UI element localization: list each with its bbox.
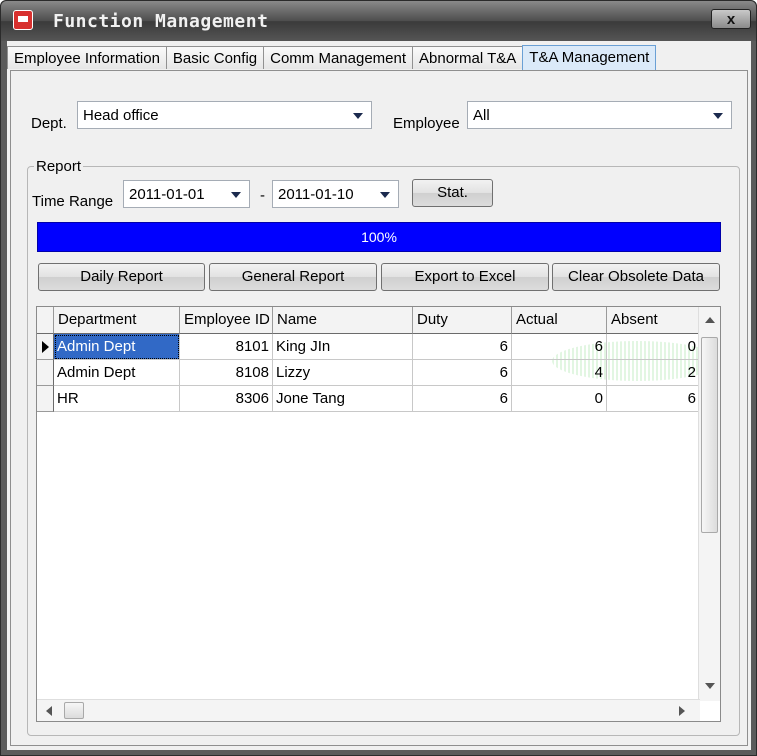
daily-report-button[interactable]: Daily Report [38,263,205,291]
row-header[interactable] [37,386,54,412]
scroll-right-icon[interactable] [679,706,685,716]
scroll-up-icon[interactable] [705,317,715,323]
employee-label: Employee [393,115,460,132]
table-cell-absent[interactable]: 0 [607,334,700,360]
function-management-window: Function Management x Employee Informati… [0,0,757,756]
table-cell-department[interactable]: HR [54,386,180,412]
dept-label: Dept. [31,115,67,132]
report-group-title: Report [34,158,84,175]
vertical-scrollbar[interactable] [698,307,720,701]
tab-basic-config[interactable]: Basic Config [165,46,265,69]
table-cell-department[interactable]: Admin Dept [54,360,180,386]
vertical-scroll-thumb[interactable] [701,337,718,533]
table-cell-department[interactable]: Admin Dept [54,334,180,360]
column-header-name[interactable]: Name [273,307,413,334]
progress-bar: 100% [37,222,721,252]
close-button[interactable]: x [711,9,751,29]
end-date-value: 2011-01-10 [278,186,354,203]
header-corner [37,307,54,334]
general-report-button[interactable]: General Report [209,263,377,291]
tab-ta-management[interactable]: T&A Management [522,45,657,70]
table-cell-duty[interactable]: 6 [413,360,512,386]
table-cell-absent[interactable]: 2 [607,360,700,386]
chevron-down-icon[interactable] [380,192,390,198]
column-header-duty[interactable]: Duty [413,307,512,334]
employee-select[interactable]: All [467,101,732,129]
scroll-left-icon[interactable] [46,706,52,716]
end-date-picker[interactable]: 2011-01-10 [272,180,399,208]
date-separator: - [260,187,265,204]
time-range-label: Time Range [32,193,114,210]
tab-abnormal-ta[interactable]: Abnormal T&A [412,46,524,69]
tab-employee-information[interactable]: Employee Information [7,46,167,69]
chevron-down-icon[interactable] [353,113,363,119]
table-cell-employee-id[interactable]: 8101 [180,334,273,360]
table-cell-employee-id[interactable]: 8108 [180,360,273,386]
clear-obsolete-data-button[interactable]: Clear Obsolete Data [552,263,720,291]
employee-select-value: All [473,107,490,124]
export-excel-button[interactable]: Export to Excel [381,263,549,291]
start-date-value: 2011-01-01 [129,186,205,203]
table-cell-absent[interactable]: 6 [607,386,700,412]
scroll-down-icon[interactable] [705,683,715,689]
table-cell-actual[interactable]: 6 [512,334,607,360]
column-header-absent[interactable]: Absent [607,307,700,334]
start-date-picker[interactable]: 2011-01-01 [123,180,250,208]
chevron-down-icon[interactable] [231,192,241,198]
table-cell-name[interactable]: Lizzy [273,360,413,386]
tab-comm-management[interactable]: Comm Management [263,46,414,69]
title-bar[interactable]: Function Management x [1,1,756,41]
horizontal-scrollbar[interactable] [37,699,700,721]
chevron-down-icon[interactable] [713,113,723,119]
table-cell-employee-id[interactable]: 8306 [180,386,273,412]
table-cell-actual[interactable]: 4 [512,360,607,386]
column-header-actual[interactable]: Actual [512,307,607,334]
dept-select[interactable]: Head office [77,101,372,129]
table-cell-name[interactable]: Jone Tang [273,386,413,412]
progress-text: 100% [361,229,397,245]
report-table[interactable]: Department Employee ID Name Duty Actual … [36,306,721,722]
stat-button[interactable]: Stat. [412,179,493,207]
column-header-employee-id[interactable]: Employee ID [180,307,273,334]
table-cell-duty[interactable]: 6 [413,386,512,412]
column-header-department[interactable]: Department [54,307,180,334]
horizontal-scroll-thumb[interactable] [64,702,84,719]
current-row-indicator-icon [42,341,49,353]
table-cell-actual[interactable]: 0 [512,386,607,412]
table-cell-duty[interactable]: 6 [413,334,512,360]
table-cell-name[interactable]: King JIn [273,334,413,360]
window-title: Function Management [53,11,269,32]
app-icon [13,10,33,30]
dept-select-value: Head office [83,107,159,124]
row-header[interactable] [37,334,54,360]
client-area: Employee Information Basic Config Comm M… [7,41,751,750]
tab-strip: Employee Information Basic Config Comm M… [7,45,657,70]
row-header[interactable] [37,360,54,386]
